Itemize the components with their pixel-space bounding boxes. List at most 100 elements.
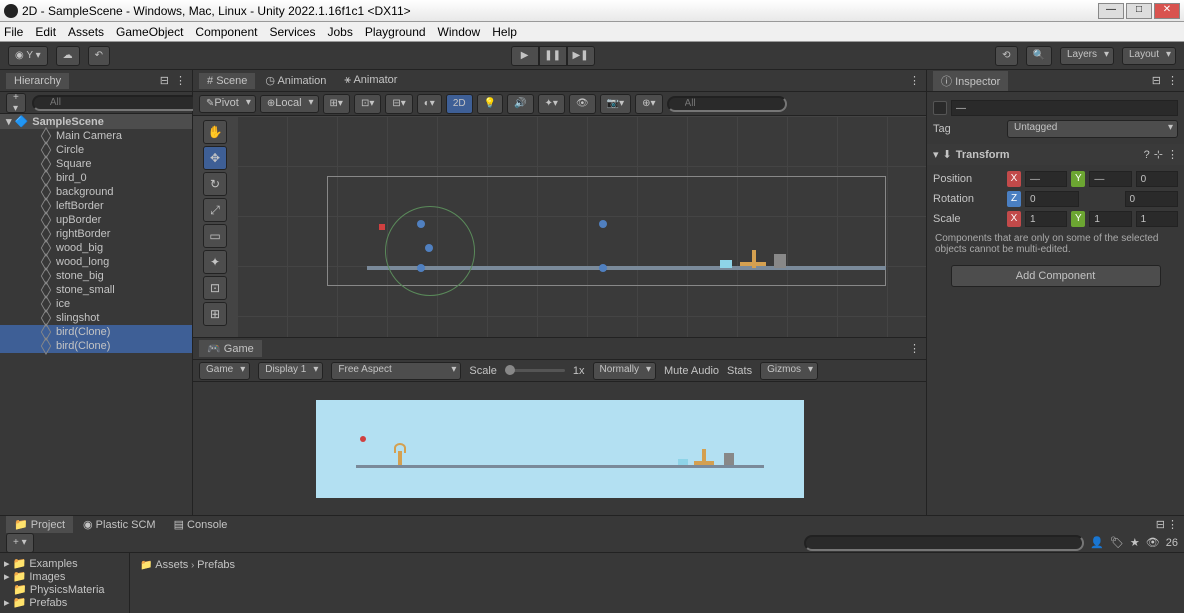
local-dropdown[interactable]: ⊕Local: [260, 95, 319, 113]
camera-button[interactable]: 📷▾: [600, 94, 631, 114]
scale-z-input[interactable]: [1136, 211, 1178, 227]
tree-item[interactable]: wood_big: [0, 241, 192, 255]
snap-increment-button[interactable]: ⊡▾: [354, 94, 381, 114]
move-tool[interactable]: ✥: [203, 146, 227, 170]
hierarchy-lock-icon[interactable]: ⊟: [160, 74, 169, 87]
pause-button[interactable]: ❚❚: [539, 46, 567, 66]
minimize-button[interactable]: —: [1098, 3, 1124, 19]
play-button[interactable]: ▶: [511, 46, 539, 66]
vsync-dropdown[interactable]: Normally: [593, 362, 656, 380]
folder-item[interactable]: 📁 PhysicsMateria: [4, 583, 125, 596]
pivot-dropdown[interactable]: ✎Pivot: [199, 95, 256, 113]
filter-icon[interactable]: 👤: [1090, 536, 1104, 549]
inspector-menu-icon[interactable]: ⋮: [1167, 74, 1178, 87]
animation-tab[interactable]: ◷ Animation: [257, 72, 334, 89]
draw-mode-button[interactable]: ◐▾: [417, 94, 442, 114]
component-menu-icon[interactable]: ⋮: [1167, 148, 1178, 161]
collapse-icon[interactable]: ▾: [933, 148, 939, 161]
project-add-button[interactable]: + ▾: [6, 533, 34, 553]
project-tab[interactable]: 📁 Project: [6, 516, 73, 533]
stats-toggle[interactable]: Stats: [727, 365, 752, 377]
favorite-icon[interactable]: ★: [1130, 536, 1140, 549]
lighting-button[interactable]: 💡: [477, 94, 503, 114]
handle-icon[interactable]: [599, 220, 607, 228]
menu-playground[interactable]: Playground: [365, 25, 426, 39]
scale-y-input[interactable]: [1089, 211, 1131, 227]
gizmos-button[interactable]: ⊕▾: [635, 94, 662, 114]
tree-item[interactable]: stone_big: [0, 269, 192, 283]
position-x-input[interactable]: [1025, 171, 1067, 187]
rotation-extra-input[interactable]: [1125, 191, 1179, 207]
account-button[interactable]: ◉ Y ▾: [8, 46, 48, 66]
scale-tool[interactable]: ⤢: [203, 198, 227, 222]
menu-services[interactable]: Services: [269, 25, 315, 39]
tree-item[interactable]: bird_0: [0, 171, 192, 185]
folder-item[interactable]: ▸ 📁 Images: [4, 570, 125, 583]
tree-item[interactable]: leftBorder: [0, 199, 192, 213]
tree-item[interactable]: stone_small: [0, 283, 192, 297]
tree-item-selected[interactable]: bird(Clone): [0, 325, 192, 339]
hierarchy-tab[interactable]: Hierarchy: [6, 73, 69, 89]
scene-menu-icon[interactable]: ⋮: [909, 74, 920, 87]
animator-tab[interactable]: ⚹ Animator: [336, 72, 405, 89]
handle-icon[interactable]: [417, 220, 425, 228]
menu-assets[interactable]: Assets: [68, 25, 104, 39]
menu-component[interactable]: Component: [195, 25, 257, 39]
scale-slider[interactable]: [505, 369, 565, 372]
game-tab[interactable]: 🎮 Game: [199, 340, 262, 357]
fx-button[interactable]: ✦▾: [538, 94, 565, 114]
rotate-tool[interactable]: ↻: [203, 172, 227, 196]
menu-file[interactable]: File: [4, 25, 23, 39]
cloud-button[interactable]: ☁: [56, 46, 80, 66]
custom-tool-2[interactable]: ⊞: [203, 302, 227, 326]
hidden-icon[interactable]: 👁: [1146, 536, 1160, 549]
custom-tool-1[interactable]: ⊡: [203, 276, 227, 300]
visibility-button[interactable]: 👁: [569, 94, 596, 114]
tree-item[interactable]: background: [0, 185, 192, 199]
scene-viewport[interactable]: [237, 116, 926, 337]
position-z-input[interactable]: [1136, 171, 1178, 187]
folder-item[interactable]: ▸ 📁 Prefabs: [4, 596, 125, 609]
project-search-input[interactable]: [804, 535, 1084, 551]
position-y-input[interactable]: [1089, 171, 1131, 187]
folder-item[interactable]: ▸ 📁 Examples: [4, 557, 125, 570]
project-content[interactable]: 📁 Assets › Prefabs: [130, 553, 1184, 613]
breadcrumb[interactable]: 📁 Assets › Prefabs: [134, 557, 1180, 573]
maximize-button[interactable]: □: [1126, 3, 1152, 19]
tree-item[interactable]: Square: [0, 157, 192, 171]
inspector-tab[interactable]: ⓘ Inspector: [933, 71, 1008, 91]
search-button[interactable]: 🔍: [1026, 46, 1052, 66]
snap-button[interactable]: ⊟▾: [385, 94, 412, 114]
tree-item-selected[interactable]: bird(Clone): [0, 339, 192, 353]
handle-icon[interactable]: [417, 264, 425, 272]
handle-icon[interactable]: [599, 264, 607, 272]
gizmos-dropdown[interactable]: Gizmos: [760, 362, 818, 380]
layers-dropdown[interactable]: Layers: [1060, 47, 1114, 65]
tree-item[interactable]: ice: [0, 297, 192, 311]
scene-view[interactable]: ✋ ✥ ↻ ⤢ ▭ ✦ ⊡ ⊞: [193, 116, 926, 337]
game-mode-dropdown[interactable]: Game: [199, 362, 250, 380]
step-button[interactable]: ▶❚: [567, 46, 595, 66]
undo-history-button[interactable]: ↶: [88, 46, 110, 66]
2d-toggle[interactable]: 2D: [446, 94, 473, 114]
hierarchy-add-button[interactable]: + ▾: [6, 93, 26, 113]
scene-search-input[interactable]: [667, 96, 787, 112]
hierarchy-menu-icon[interactable]: ⋮: [175, 74, 186, 87]
rotation-z-input[interactable]: [1025, 191, 1079, 207]
close-button[interactable]: ✕: [1154, 3, 1180, 19]
history-icon[interactable]: ⟲: [995, 46, 1017, 66]
scene-root[interactable]: ▾ 🔷 SampleScene: [0, 114, 192, 129]
scene-tab[interactable]: # Scene: [199, 73, 255, 89]
game-menu-icon[interactable]: ⋮: [909, 342, 920, 355]
transform-tool[interactable]: ✦: [203, 250, 227, 274]
tree-item[interactable]: wood_long: [0, 255, 192, 269]
mute-audio-toggle[interactable]: Mute Audio: [664, 365, 719, 377]
tag-dropdown[interactable]: Untagged: [1007, 120, 1178, 138]
plastic-tab[interactable]: ◉ Plastic SCM: [75, 516, 164, 533]
menu-gameobject[interactable]: GameObject: [116, 25, 183, 39]
tree-item[interactable]: rightBorder: [0, 227, 192, 241]
handle-icon[interactable]: [425, 244, 433, 252]
tree-item[interactable]: Circle: [0, 143, 192, 157]
label-icon[interactable]: 🏷: [1110, 536, 1124, 549]
tree-item[interactable]: slingshot: [0, 311, 192, 325]
